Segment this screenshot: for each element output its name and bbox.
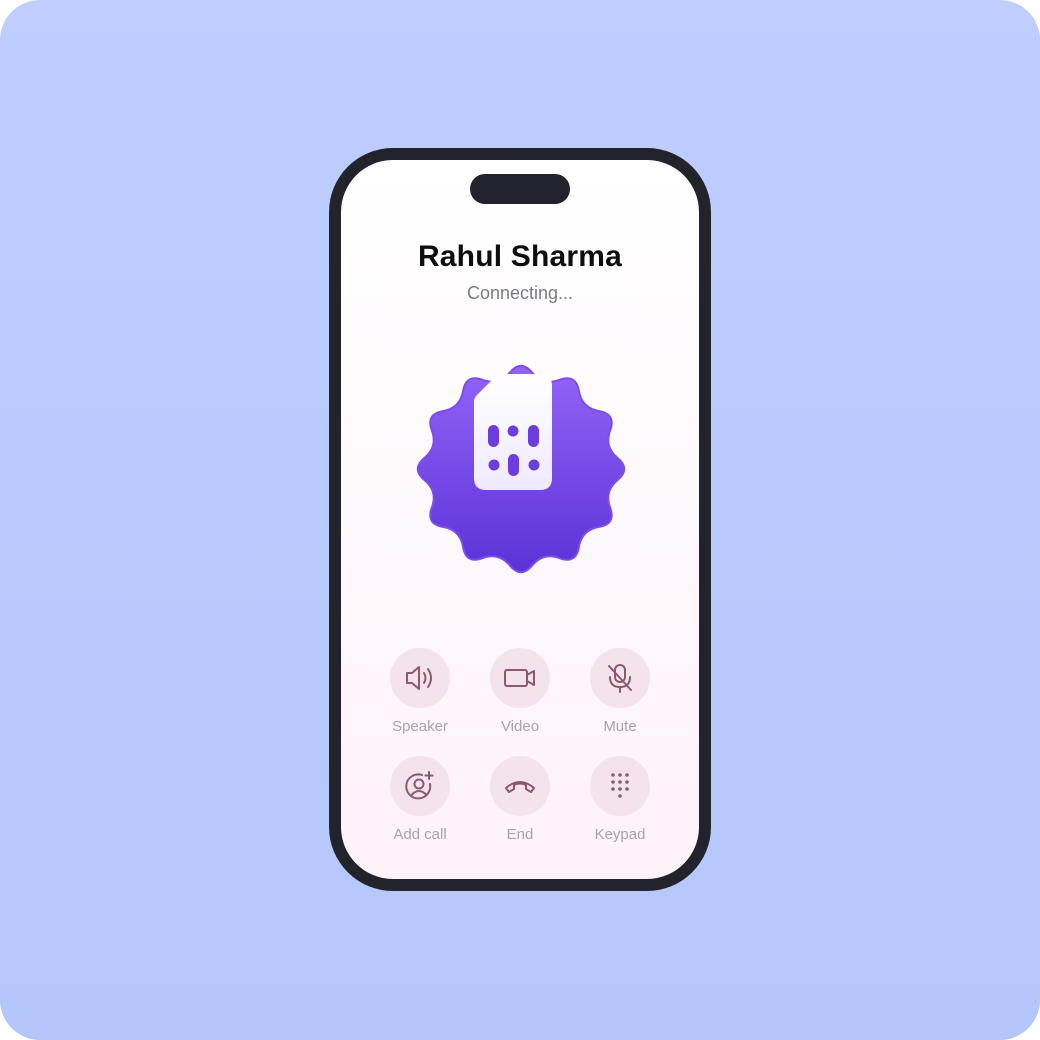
add-user-icon [405, 771, 434, 800]
keypad-icon [611, 773, 629, 798]
dynamic-island [470, 174, 570, 204]
call-screen: Rahul Sharma Connecting... Speaker Video… [341, 160, 699, 879]
add-call-button[interactable]: Add call [370, 756, 470, 843]
mute-button[interactable]: Mute [570, 648, 670, 735]
sim-card-badge [415, 359, 627, 583]
add-call-button-circle[interactable] [390, 756, 450, 816]
end-call-button-circle[interactable] [490, 756, 550, 816]
background-canvas: Rahul Sharma Connecting... Speaker Video… [0, 0, 1040, 1040]
call-status: Connecting... [466, 283, 574, 303]
hang-up-phone-icon [505, 781, 535, 793]
mute-label: Mute [603, 718, 637, 735]
keypad-button[interactable]: Keypad [570, 756, 670, 843]
add-call-label: Add call [393, 826, 447, 843]
speaker-button-circle[interactable] [390, 648, 450, 708]
video-camera-icon [504, 669, 535, 687]
speaker-label: Speaker [392, 718, 448, 735]
end-label: End [506, 826, 534, 843]
end-call-button[interactable]: End [470, 756, 570, 843]
video-button[interactable]: Video [470, 648, 570, 735]
sim-card-icon [416, 364, 626, 574]
speaker-button[interactable]: Speaker [370, 648, 470, 735]
mute-button-circle[interactable] [590, 648, 650, 708]
caller-name: Rahul Sharma [417, 240, 623, 273]
video-label: Video [500, 718, 540, 735]
video-button-circle[interactable] [490, 648, 550, 708]
microphone-off-icon [608, 664, 632, 693]
keypad-button-circle[interactable] [590, 756, 650, 816]
phone-frame: Rahul Sharma Connecting... Speaker Video… [329, 148, 711, 891]
speaker-icon [406, 666, 432, 690]
keypad-label: Keypad [594, 826, 646, 843]
